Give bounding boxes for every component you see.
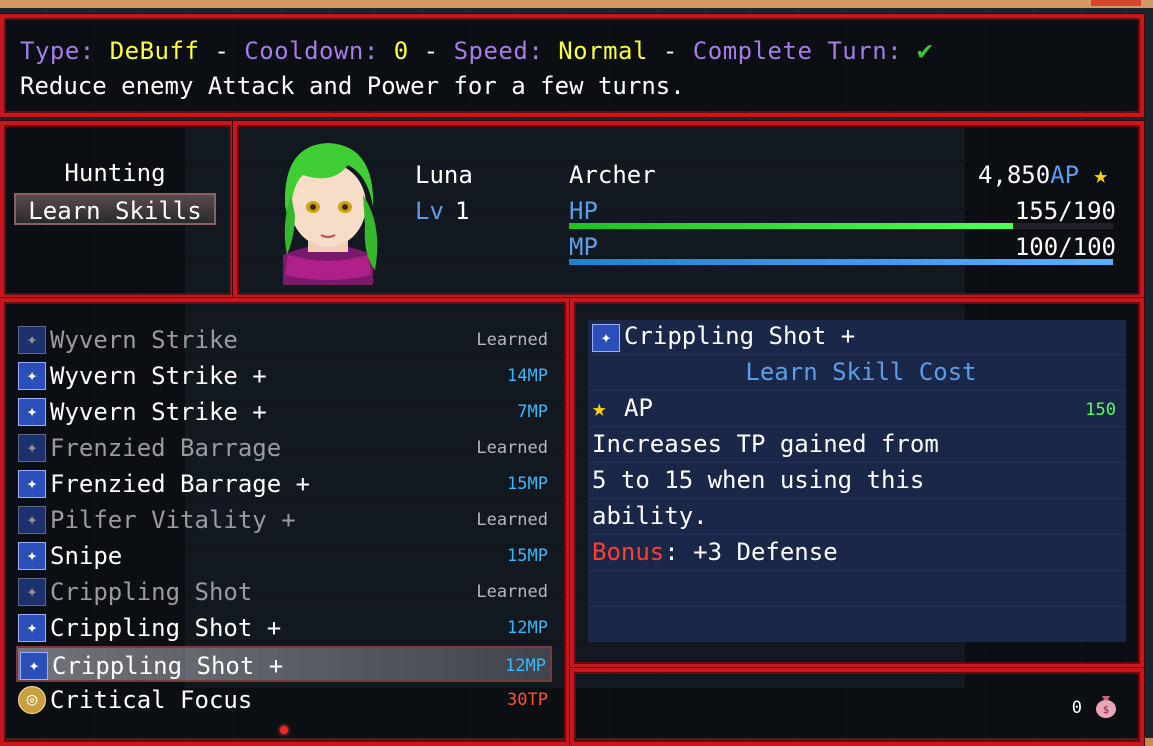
skill-name: Pilfer Vitality +	[50, 506, 296, 534]
bonus-label: Bonus	[592, 538, 665, 566]
hp-gauge-fill	[569, 223, 1013, 229]
type-value: DeBuff	[109, 37, 200, 65]
skill-name: Crippling Shot +	[52, 652, 284, 680]
hp-gauge	[569, 223, 1113, 229]
arrow-skill-icon: ✦	[18, 506, 46, 534]
close-tab[interactable]	[1091, 0, 1141, 6]
arrow-skill-icon: ✦	[18, 614, 46, 642]
skill-info-line: Type: DeBuff - Cooldown: 0 - Speed: Norm…	[20, 36, 934, 66]
skill-name: Wyvern Strike	[50, 326, 238, 354]
skill-cost: 15MP	[507, 474, 548, 494]
skill-row[interactable]: ✦ Wyvern Strike + 7MP	[16, 394, 552, 430]
arrow-skill-icon: ✦	[18, 542, 46, 570]
arrow-skill-icon: ✦	[18, 434, 46, 462]
skill-row[interactable]: ✦ Frenzied Barrage + 15MP	[16, 466, 552, 502]
actor-status-window: Luna Lv 1 Archer 4,850AP ★ HP 155/190 MP…	[233, 121, 1144, 299]
mp-label: MP	[569, 233, 598, 261]
skill-row[interactable]: ✦ Snipe 15MP	[16, 538, 552, 574]
skill-cost: Learned	[476, 510, 548, 530]
actor-level: 1	[455, 197, 470, 225]
command-learn-skills[interactable]: Learn Skills	[14, 193, 216, 225]
arrow-skill-icon: ✦	[18, 398, 46, 426]
help-window: Type: DeBuff - Cooldown: 0 - Speed: Norm…	[0, 14, 1144, 117]
arrow-skill-icon: ✦	[18, 578, 46, 606]
skill-cost: Learned	[476, 582, 548, 602]
focus-skill-icon: ◎	[18, 686, 46, 714]
type-label: Type:	[20, 37, 95, 65]
detail-skill-name: Crippling Shot +	[624, 322, 856, 350]
command-window: Hunting Learn Skills	[0, 121, 235, 299]
skill-cost: 15MP	[507, 546, 548, 566]
scroll-down-indicator[interactable]	[280, 726, 288, 734]
arrow-skill-icon: ✦	[18, 326, 46, 354]
bonus-value: : +3 Defense	[664, 538, 838, 566]
skill-cost: 7MP	[517, 402, 548, 422]
star-icon: ★	[1093, 161, 1108, 189]
ap-value: 4,850	[977, 161, 1051, 189]
skill-row[interactable]: ✦ Wyvern Strike + 14MP	[16, 358, 552, 394]
skill-row[interactable]: ✦ Frenzied Barrage Learned	[16, 430, 552, 466]
skill-name: Crippling Shot +	[50, 614, 282, 642]
actor-portrait	[263, 135, 393, 285]
command-hunting[interactable]: Hunting	[14, 157, 216, 189]
skill-cost: Learned	[476, 438, 548, 458]
skill-row[interactable]: ✦ Wyvern Strike Learned	[16, 322, 552, 358]
arrow-skill-icon: ✦	[18, 362, 46, 390]
ap-cost-value: 150	[1085, 400, 1116, 420]
mp-value: 100/100	[1014, 233, 1116, 261]
actor-name: Luna	[415, 161, 473, 189]
skill-name: Snipe	[50, 542, 123, 570]
gold-amount: 0	[1071, 698, 1082, 718]
complete-turn-label: Complete Turn:	[692, 37, 903, 65]
skill-cost: Learned	[476, 330, 548, 350]
hp-label: HP	[569, 197, 598, 225]
learn-cost-title: Learn Skill Cost	[745, 358, 977, 386]
actor-class: Archer	[569, 161, 656, 189]
detail-bonus: Bonus: +3 Defense	[592, 538, 838, 566]
skill-row[interactable]: ✦ Crippling Shot Learned	[16, 574, 552, 610]
skill-description: Reduce enemy Attack and Power for a few …	[20, 72, 685, 100]
skill-cost: 12MP	[507, 618, 548, 638]
skill-name: Wyvern Strike +	[50, 398, 267, 426]
skill-cost: 14MP	[507, 366, 548, 386]
speed-label: Speed:	[453, 37, 544, 65]
detail-desc-line1: Increases TP gained from	[592, 430, 939, 458]
cooldown-label: Cooldown:	[244, 37, 379, 65]
skill-name: Frenzied Barrage +	[50, 470, 311, 498]
skill-name: Frenzied Barrage	[50, 434, 282, 462]
checkmark-icon: ✔	[917, 36, 934, 66]
skill-name: Critical Focus	[50, 686, 253, 714]
speed-value: Normal	[558, 37, 648, 65]
ap-readout: 4,850AP ★	[978, 161, 1108, 189]
skill-row[interactable]: ✦ Pilfer Vitality + Learned	[16, 502, 552, 538]
arrow-skill-icon: ✦	[20, 652, 48, 680]
gold-window: 0 $	[570, 668, 1144, 746]
skill-detail-window: ✦ Crippling Shot + Learn Skill Cost ★ AP…	[570, 298, 1144, 668]
skill-name: Wyvern Strike +	[50, 362, 267, 390]
top-strip	[0, 0, 1153, 8]
arrow-skill-icon: ✦	[18, 470, 46, 498]
skill-cost: 30TP	[507, 690, 548, 710]
skill-name: Crippling Shot	[50, 578, 253, 606]
skill-row[interactable]: ◎ Critical Focus 30TP	[16, 682, 552, 718]
money-bag-icon: $	[1094, 692, 1118, 724]
skill-icon: ✦	[592, 324, 620, 352]
mp-gauge-fill	[569, 259, 1113, 265]
ap-cost-label: AP	[624, 394, 653, 422]
skill-row[interactable]: ✦ Crippling Shot + 12MP	[16, 646, 552, 682]
detail-desc-line3: ability.	[592, 502, 708, 530]
svg-text:$: $	[1103, 705, 1109, 716]
detail-desc-line2: 5 to 15 when using this	[592, 466, 925, 494]
skill-row[interactable]: ✦ Crippling Shot + 12MP	[16, 610, 552, 646]
skill-list-window: ✦ Wyvern Strike Learned ✦ Wyvern Strike +14M…	[0, 298, 570, 746]
skill-cost: 12MP	[505, 656, 546, 676]
hp-value: 155/190	[1014, 197, 1116, 225]
mp-gauge	[569, 259, 1113, 265]
ap-label: AP	[1050, 161, 1080, 189]
cooldown-value: 0	[393, 37, 409, 65]
level-label: Lv	[415, 197, 444, 225]
star-icon: ★	[592, 394, 607, 422]
